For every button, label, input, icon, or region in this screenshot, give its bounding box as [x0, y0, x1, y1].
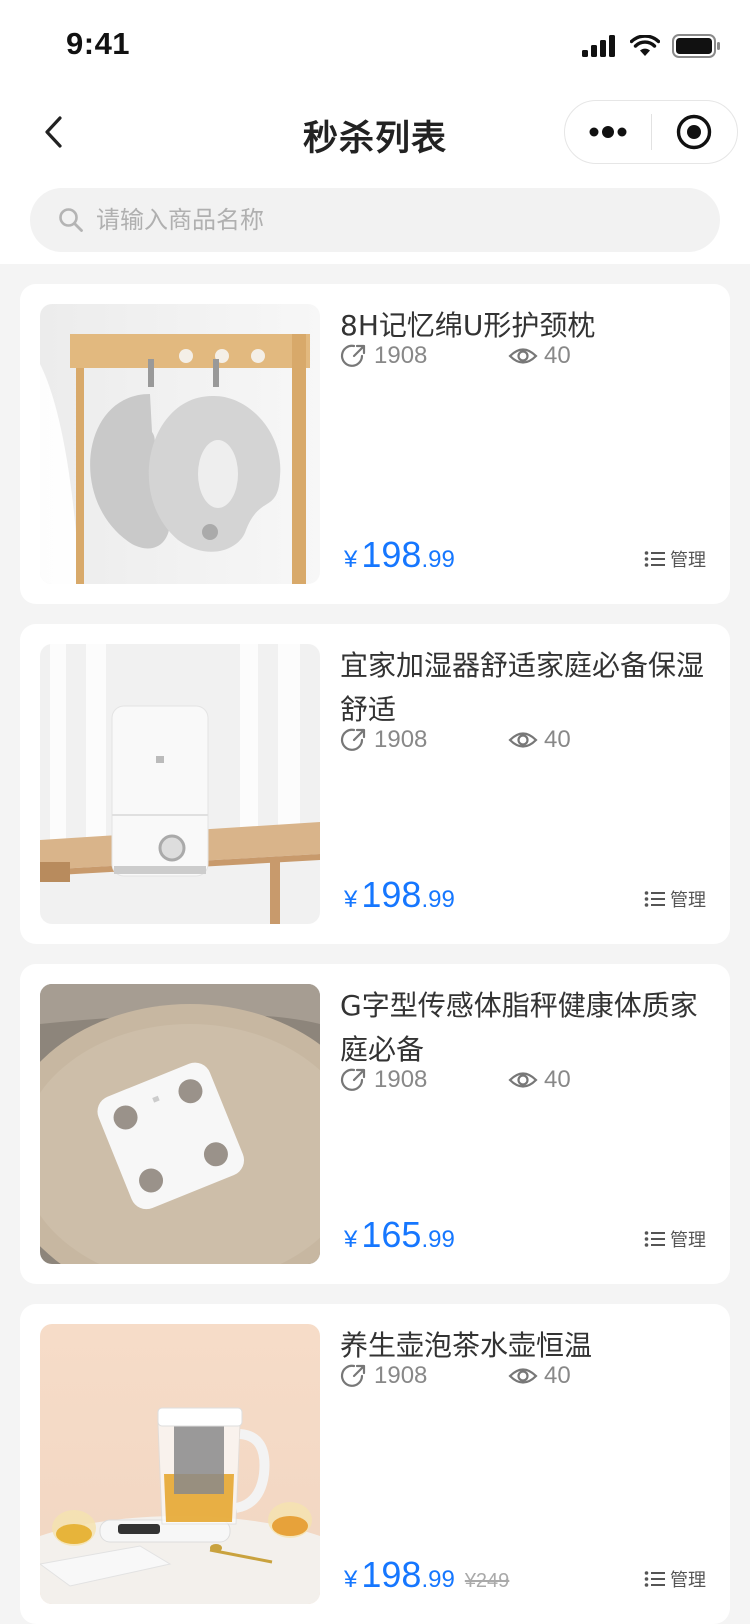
price-integer: 198 [361, 534, 422, 575]
product-image [40, 304, 320, 584]
product-stats: 1908 40 [340, 342, 676, 370]
price-integer: 198 [361, 874, 422, 915]
close-mini-program-button[interactable] [652, 101, 738, 163]
view-count: 40 [508, 342, 676, 370]
signal-icon [582, 35, 615, 57]
view-count-value: 40 [544, 342, 571, 369]
share-count-value: 1908 [374, 726, 428, 753]
product-price: ¥ 165 .99 [344, 1214, 455, 1256]
share-icon [340, 1364, 366, 1387]
status-bar: 9:41 [0, 0, 750, 88]
view-count: 40 [508, 726, 676, 754]
product-card[interactable]: G字型传感体脂秤健康体质家庭必备 1908 40 ¥ 165 .99 管理 [20, 964, 730, 1284]
product-stats: 1908 40 [340, 726, 676, 754]
product-card[interactable]: 养生壶泡茶水壶恒温 1908 40 ¥ 198 .99 ¥249 管理 [20, 1304, 730, 1624]
manage-button[interactable]: 管理 [644, 886, 706, 912]
product-card[interactable]: 宜家加湿器舒适家庭必备保湿舒适 1908 40 ¥ 198 .99 管理 [20, 624, 730, 944]
share-count: 1908 [340, 342, 508, 370]
more-button[interactable] [565, 101, 651, 163]
share-count-value: 1908 [374, 342, 428, 369]
product-price: ¥ 198 .99 [344, 534, 455, 576]
product-image [40, 984, 320, 1264]
manage-button[interactable]: 管理 [644, 546, 706, 572]
view-count: 40 [508, 1362, 676, 1390]
share-count-value: 1908 [374, 1066, 428, 1093]
status-time: 9:41 [66, 26, 131, 61]
manage-button[interactable]: 管理 [644, 1226, 706, 1252]
list-icon [644, 1231, 665, 1247]
search-icon [59, 208, 83, 232]
share-count: 1908 [340, 726, 508, 754]
price-decimal: .99 [421, 1566, 455, 1593]
product-stats: 1908 40 [340, 1066, 676, 1094]
share-count: 1908 [340, 1362, 508, 1390]
battery-icon [672, 34, 720, 58]
eye-icon [508, 1072, 538, 1088]
price-integer: 165 [361, 1214, 422, 1255]
price-integer: 198 [361, 1554, 422, 1595]
share-icon [340, 344, 366, 367]
price-currency: ¥ [344, 1566, 358, 1593]
eye-icon [508, 348, 538, 364]
price-currency: ¥ [344, 886, 358, 913]
product-card[interactable]: 8H记忆绵U形护颈枕 1908 40 ¥ 198 .99 管理 [20, 284, 730, 604]
product-list: 8H记忆绵U形护颈枕 1908 40 ¥ 198 .99 管理 宜家加湿器舒适家… [20, 284, 730, 1624]
list-icon [644, 891, 665, 907]
product-price: ¥ 198 .99 [344, 874, 455, 916]
view-count: 40 [508, 1066, 676, 1094]
view-count-value: 40 [544, 726, 571, 753]
share-icon [340, 1068, 366, 1091]
manage-label: 管理 [670, 1570, 706, 1591]
product-image [40, 1324, 320, 1604]
search-input[interactable] [96, 206, 676, 234]
manage-label: 管理 [670, 550, 706, 571]
view-count-value: 40 [544, 1362, 571, 1389]
price-currency: ¥ [344, 546, 358, 573]
share-icon [340, 728, 366, 751]
price-currency: ¥ [344, 1226, 358, 1253]
product-title: 宜家加湿器舒适家庭必备保湿舒适 [340, 649, 705, 726]
wifi-icon [630, 35, 660, 56]
manage-button[interactable]: 管理 [644, 1566, 706, 1592]
record-circle-icon [677, 114, 712, 150]
price-decimal: .99 [421, 546, 455, 573]
status-icons [582, 32, 720, 60]
mini-program-capsule [564, 100, 738, 164]
eye-icon [508, 732, 538, 748]
search-bar[interactable] [30, 188, 720, 252]
nav-bar: 秒杀列表 [0, 96, 750, 168]
price-decimal: .99 [421, 886, 455, 913]
share-count: 1908 [340, 1066, 508, 1094]
list-icon [644, 1571, 665, 1587]
product-price: ¥ 198 .99 ¥249 [344, 1554, 509, 1596]
product-image [40, 644, 320, 924]
price-decimal: .99 [421, 1226, 455, 1253]
original-price: ¥249 [464, 1570, 510, 1592]
header: 9:41 秒杀列表 [0, 0, 750, 264]
product-title: G字型传感体脂秤健康体质家庭必备 [340, 989, 698, 1066]
product-stats: 1908 40 [340, 1362, 676, 1390]
share-count-value: 1908 [374, 1362, 428, 1389]
manage-label: 管理 [670, 890, 706, 911]
eye-icon [508, 1368, 538, 1384]
view-count-value: 40 [544, 1066, 571, 1093]
more-dots-icon [589, 126, 627, 138]
manage-label: 管理 [670, 1230, 706, 1251]
list-icon [644, 551, 665, 567]
